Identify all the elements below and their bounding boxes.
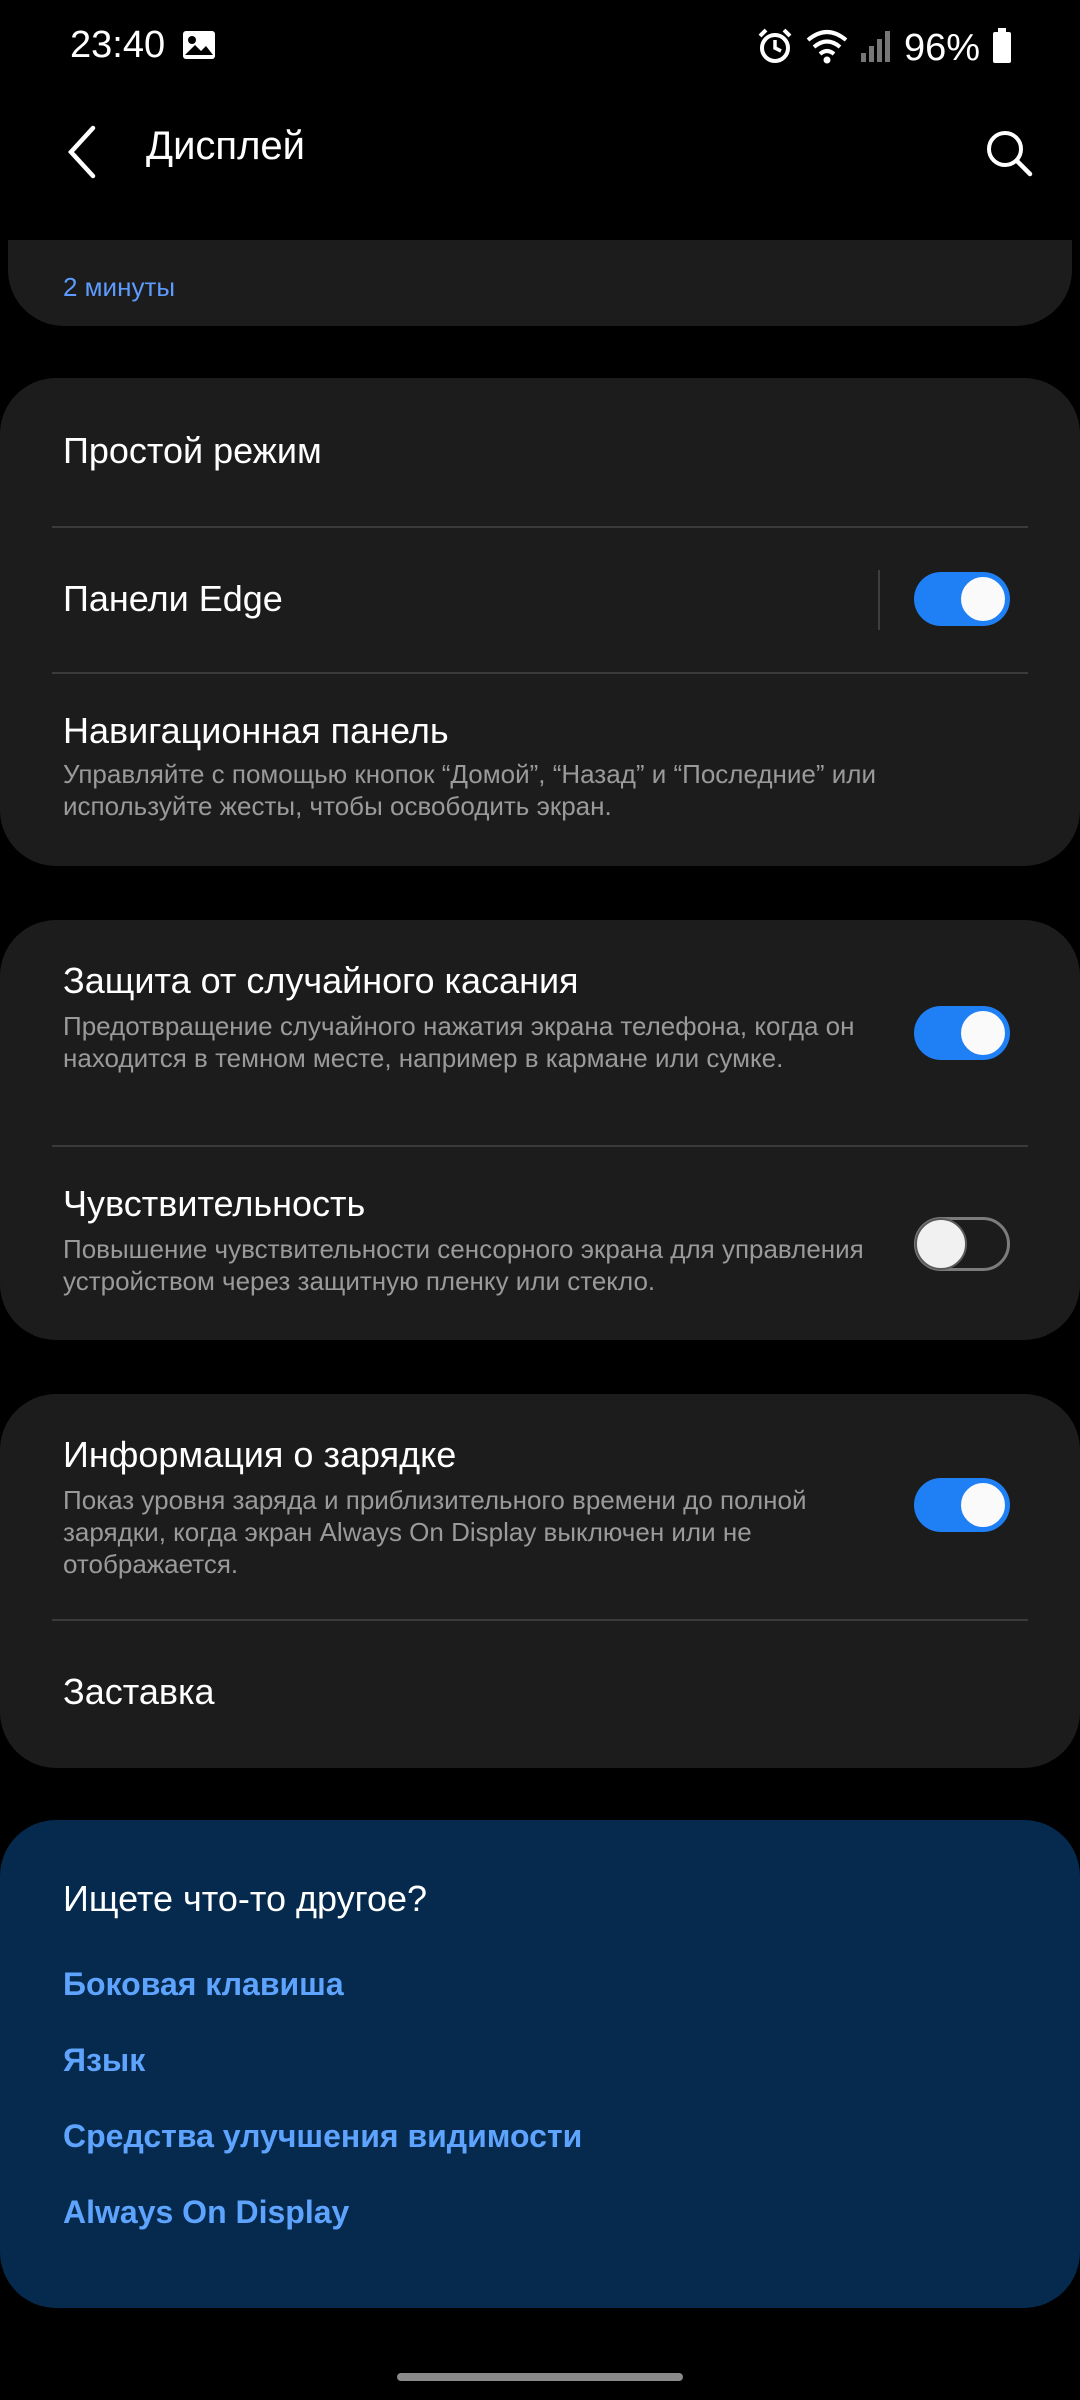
- edge-panels-toggle[interactable]: [914, 572, 1010, 626]
- touch-sensitivity-row[interactable]: Чувствительность Повышение чувствительно…: [0, 1147, 1080, 1340]
- always-on-display-link[interactable]: Always On Display: [63, 2194, 349, 2231]
- screensaver-label: Заставка: [63, 1671, 215, 1712]
- edge-panels-row[interactable]: Панели Edge: [0, 528, 1080, 672]
- charging-options-card: Информация о зарядке Показ уровня заряда…: [0, 1394, 1080, 1768]
- touch-sensitivity-toggle[interactable]: [914, 1217, 1010, 1271]
- status-icons: 96%: [756, 22, 1012, 74]
- toggle-knob: [915, 1218, 967, 1270]
- app-bar: Дисплей: [0, 104, 1080, 200]
- suggestions-card: Ищете что-то другое? Боковая клавиша Язы…: [0, 1820, 1080, 2308]
- visibility-enhancements-link[interactable]: Средства улучшения видимости: [63, 2118, 582, 2155]
- battery-percent: 96%: [903, 26, 980, 69]
- language-link[interactable]: Язык: [63, 2042, 145, 2079]
- settings-screen: 23:40 96% Дисплей 2 минуты Простой режим…: [0, 0, 1080, 2400]
- easy-mode-row[interactable]: Простой режим: [0, 378, 1080, 526]
- charging-info-description: Показ уровня заряда и приблизительного в…: [63, 1485, 807, 1579]
- charging-info-row[interactable]: Информация о зарядке Показ уровня заряда…: [0, 1394, 1080, 1618]
- suggestions-title: Ищете что-то другое?: [63, 1878, 428, 1919]
- status-time: 23:40: [70, 24, 166, 66]
- back-button[interactable]: [50, 118, 114, 186]
- accidental-touch-label: Защита от случайного касания: [63, 960, 579, 1001]
- toggle-knob: [959, 1009, 1007, 1057]
- edge-panels-label: Панели Edge: [63, 578, 283, 619]
- search-icon: [987, 131, 1033, 177]
- navigation-bar-description: Управляйте с помощью кнопок “Домой”, “На…: [63, 759, 876, 821]
- easy-mode-label: Простой режим: [63, 430, 322, 471]
- signal-icon: [860, 29, 892, 68]
- screensaver-row[interactable]: Заставка: [0, 1621, 1080, 1768]
- screen-timeout-value: 2 минуты: [63, 272, 176, 302]
- charging-info-toggle[interactable]: [914, 1478, 1010, 1532]
- navigation-bar-row[interactable]: Навигационная панель Управляйте с помощь…: [0, 674, 1080, 866]
- vertical-separator: [878, 570, 880, 630]
- accidental-touch-toggle[interactable]: [914, 1006, 1010, 1060]
- page-title: Дисплей: [146, 124, 306, 168]
- search-button[interactable]: [974, 118, 1044, 188]
- side-key-link[interactable]: Боковая клавиша: [63, 1966, 344, 2003]
- display-options-card: Простой режим Панели Edge Навигационная …: [0, 378, 1080, 866]
- navigation-bar-label: Навигационная панель: [63, 710, 449, 751]
- battery-icon: [992, 27, 1012, 69]
- touch-sensitivity-label: Чувствительность: [63, 1183, 366, 1224]
- wifi-icon: [806, 28, 848, 69]
- toggle-knob: [959, 575, 1007, 623]
- status-bar: 23:40 96%: [0, 0, 1080, 96]
- charging-info-label: Информация о зарядке: [63, 1434, 457, 1475]
- toggle-knob: [959, 1481, 1007, 1529]
- chevron-left-icon: [67, 125, 96, 179]
- touch-options-card: Защита от случайного касания Предотвраще…: [0, 920, 1080, 1340]
- gesture-handle[interactable]: [397, 2373, 683, 2381]
- accidental-touch-description: Предотвращение случайного нажатия экрана…: [63, 1011, 855, 1073]
- gallery-icon: [182, 30, 216, 65]
- settings-list[interactable]: 2 минуты Простой режим Панели Edge Навиг…: [0, 240, 1080, 2360]
- touch-sensitivity-description: Повышение чувствительности сенсорного эк…: [63, 1234, 864, 1296]
- alarm-icon: [756, 27, 794, 70]
- accidental-touch-row[interactable]: Защита от случайного касания Предотвраще…: [0, 920, 1080, 1144]
- screen-timeout-card[interactable]: 2 минуты: [8, 240, 1072, 326]
